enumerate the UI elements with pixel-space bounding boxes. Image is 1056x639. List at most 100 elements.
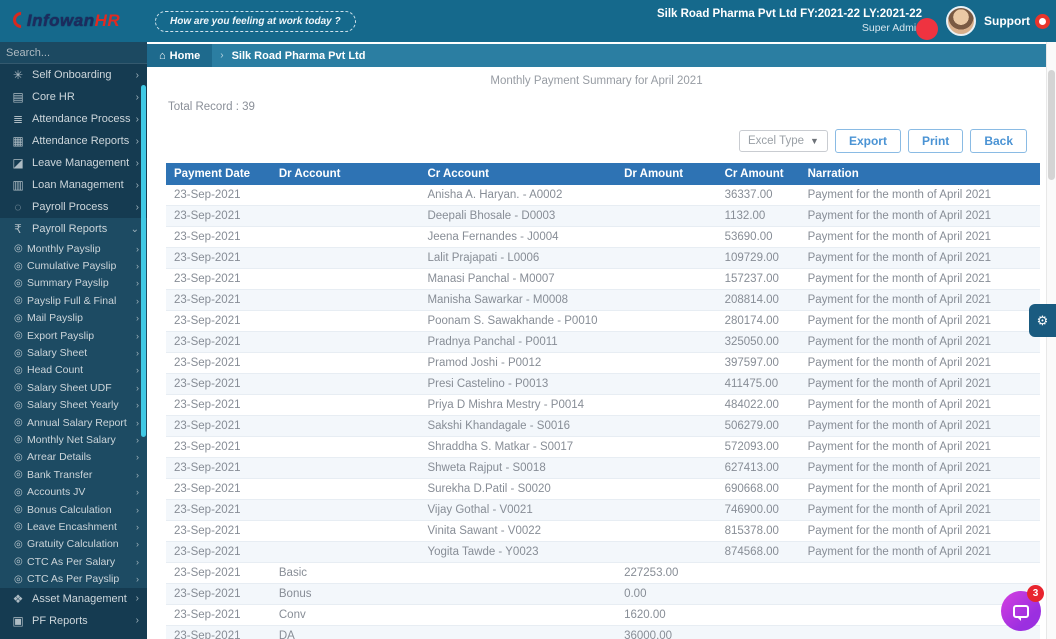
cell-narration: Payment for the month of April 2021: [799, 478, 1040, 500]
sidebar-item-bank-transfer[interactable]: ◎ Bank Transfer ›: [0, 466, 147, 483]
submenu-item-label: CTC As Per Payslip: [27, 573, 120, 586]
sidebar-item-pf-reports[interactable]: ▣ PF Reports ›: [0, 610, 147, 632]
submenu-item-label: Accounts JV: [27, 486, 86, 499]
page-scrollbar[interactable]: [1046, 42, 1056, 639]
table-row[interactable]: 23-Sep-2021 Deepali Bhosale - D0003 1132.0…: [166, 205, 1040, 227]
sidebar-item-summary-payslip[interactable]: ◎ Summary Payslip ›: [0, 275, 147, 292]
bullseye-icon: ◎: [14, 521, 23, 533]
cell-cr-amount: 157237.00: [716, 268, 800, 290]
sidebar-item-asset-management[interactable]: ❖ Asset Management ›: [0, 588, 147, 610]
submenu-item-label: Monthly Payslip: [27, 242, 101, 255]
cell-payment-date: 23-Sep-2021: [166, 394, 271, 416]
sidebar-item-payslip-full-final[interactable]: ◎ Payslip Full & Final ›: [0, 292, 147, 309]
cell-cr-amount: 572093.00: [716, 436, 800, 458]
submenu-item-label: Monthly Net Salary: [27, 433, 116, 446]
table-row[interactable]: 23-Sep-2021 Yogita Tawde - Y0023 874568.00…: [166, 541, 1040, 563]
sidebar-item-self-onboarding[interactable]: ✳ Self Onboarding ›: [0, 64, 147, 86]
table-row[interactable]: 23-Sep-2021 Manasi Panchal - M0007 157237.…: [166, 268, 1040, 290]
cell-cr-amount: 280174.00: [716, 310, 800, 332]
cell-payment-date: 23-Sep-2021: [166, 604, 271, 626]
print-button[interactable]: Print: [907, 129, 964, 153]
sidebar-item-payroll-process[interactable]: ◌ Payroll Process ›: [0, 196, 147, 218]
support-button[interactable]: Support: [984, 13, 1050, 29]
sidebar-item-attendance-process[interactable]: ≣ Attendance Process ›: [0, 108, 147, 130]
table-row[interactable]: 23-Sep-2021 Bonus 0.00: [166, 583, 1040, 605]
table-row[interactable]: 23-Sep-2021 Pramod Joshi - P0012 397597.00…: [166, 352, 1040, 374]
sidebar-item-leave-management[interactable]: ◪ Leave Management ›: [0, 152, 147, 174]
sidebar-item-core-hr[interactable]: ▤ Core HR ›: [0, 86, 147, 108]
sidebar-item-export-payslip[interactable]: ◎ Export Payslip ›: [0, 327, 147, 344]
sidebar-item-ctc-as-per-salary[interactable]: ◎ CTC As Per Salary ›: [0, 553, 147, 570]
table-row[interactable]: 23-Sep-2021 Vijay Gothal - V0021 746900.00…: [166, 499, 1040, 521]
sidebar-item-mail-payslip[interactable]: ◎ Mail Payslip ›: [0, 310, 147, 327]
table-row[interactable]: 23-Sep-2021 Pradnya Panchal - P0011 325050…: [166, 331, 1040, 353]
table-row[interactable]: 23-Sep-2021 Anisha A. Haryan. - A0002 3633…: [166, 185, 1040, 206]
payment-summary-table: Payment Date Dr Account Cr Account Dr Amoun…: [166, 163, 1040, 639]
cell-payment-date: 23-Sep-2021: [166, 499, 271, 521]
page-scrollbar-thumb[interactable]: [1048, 70, 1055, 180]
chat-button[interactable]: 3: [1001, 585, 1044, 631]
table-row[interactable]: 23-Sep-2021 Vinita Sawant - V0022 815378.0…: [166, 520, 1040, 542]
chevron-right-icon: ›: [136, 487, 139, 498]
mood-question-button[interactable]: How are you feeling at work today ?: [155, 10, 356, 32]
cell-dr-amount: [616, 520, 717, 542]
sidebar-item-annual-salary-report[interactable]: ◎ Annual Salary Report ›: [0, 414, 147, 431]
cell-cr-amount: 397597.00: [716, 352, 800, 374]
chevron-right-icon: ›: [136, 348, 139, 359]
excel-type-select[interactable]: Excel Type ▼: [738, 130, 828, 152]
sidebar-item-loan-management[interactable]: ▥ Loan Management ›: [0, 174, 147, 196]
home-icon: ⌂: [159, 49, 166, 62]
user-avatar[interactable]: [946, 6, 976, 36]
cell-cr-amount: [716, 604, 800, 626]
cell-narration: Payment for the month of April 2021: [799, 436, 1040, 458]
chevron-right-icon: ›: [136, 243, 139, 254]
sidebar-item-attendance-reports[interactable]: ▦ Attendance Reports ›: [0, 130, 147, 152]
sidebar-item-salary-sheet[interactable]: ◎ Salary Sheet ›: [0, 344, 147, 361]
chevron-down-icon: ⌄: [130, 223, 139, 235]
export-button[interactable]: Export: [834, 129, 901, 153]
sidebar-item-accounts-jv[interactable]: ◎ Accounts JV ›: [0, 483, 147, 500]
table-row[interactable]: 23-Sep-2021 Shweta Rajput - S0018 627413.0…: [166, 457, 1040, 479]
cell-dr-account: [270, 205, 420, 227]
notification-badge[interactable]: [916, 18, 938, 40]
back-button[interactable]: Back: [970, 129, 1027, 153]
table-row[interactable]: 23-Sep-2021 Presi Castelino - P0013 411475…: [166, 373, 1040, 395]
cell-payment-date: 23-Sep-2021: [166, 289, 271, 311]
sidebar-item-head-count[interactable]: ◎ Head Count ›: [0, 362, 147, 379]
sidebar-item-cumulative-payslip[interactable]: ◎ Cumulative Payslip ›: [0, 257, 147, 274]
table-row[interactable]: 23-Sep-2021 Lalit Prajapati - L0006 109729…: [166, 247, 1040, 269]
app-logo[interactable]: InfowanHR: [0, 0, 147, 42]
sidebar-search: [0, 42, 148, 64]
table-row[interactable]: 23-Sep-2021 Manisha Sawarkar - M0008 20881…: [166, 289, 1040, 311]
sidebar-item-monthly-net-salary[interactable]: ◎ Monthly Net Salary ›: [0, 431, 147, 448]
table-row[interactable]: 23-Sep-2021 Jeena Fernandes - J0004 53690.…: [166, 226, 1040, 248]
column-header-cr-amount: Cr Amount: [716, 163, 800, 185]
sidebar-item-arrear-details[interactable]: ◎ Arrear Details ›: [0, 449, 147, 466]
chevron-right-icon: ›: [136, 434, 139, 445]
sidebar-item-payroll-reports[interactable]: ₹ Payroll Reports ⌄: [0, 218, 147, 240]
breadcrumb-home[interactable]: ⌂ Home: [147, 44, 213, 67]
search-input[interactable]: [6, 46, 148, 59]
sidebar-item-bonus-calculation[interactable]: ◎ Bonus Calculation ›: [0, 501, 147, 518]
sidebar-item-gratuity-calculation[interactable]: ◎ Gratuity Calculation ›: [0, 536, 147, 553]
settings-tab[interactable]: ⚙: [1029, 304, 1056, 337]
submenu-item-label: CTC As Per Salary: [27, 555, 116, 568]
briefcase-icon: ▣: [12, 613, 24, 628]
table-row[interactable]: 23-Sep-2021 DA 36000.00: [166, 625, 1040, 639]
table-row[interactable]: 23-Sep-2021 Surekha D.Patil - S0020 690668…: [166, 478, 1040, 500]
sidebar-item-ctc-as-per-payslip[interactable]: ◎ CTC As Per Payslip ›: [0, 570, 147, 587]
sidebar-item-monthly-payslip[interactable]: ◎ Monthly Payslip ›: [0, 240, 147, 257]
table-row[interactable]: 23-Sep-2021 Poonam S. Sawakhande - P0010 2…: [166, 310, 1040, 332]
table-row[interactable]: 23-Sep-2021 Conv 1620.00: [166, 604, 1040, 626]
table-row[interactable]: 23-Sep-2021 Basic 227253.00: [166, 562, 1040, 584]
cell-dr-account: [270, 331, 420, 353]
cell-dr-account: [270, 310, 420, 332]
sidebar-item-salary-sheet-yearly[interactable]: ◎ Salary Sheet Yearly ›: [0, 397, 147, 414]
table-row[interactable]: 23-Sep-2021 Shraddha S. Matkar - S0017 572…: [166, 436, 1040, 458]
sidebar-item-leave-encashment[interactable]: ◎ Leave Encashment ›: [0, 518, 147, 535]
chevron-right-icon: ›: [136, 469, 139, 480]
sidebar-item-salary-sheet-udf[interactable]: ◎ Salary Sheet UDF ›: [0, 379, 147, 396]
table-row[interactable]: 23-Sep-2021 Priya D Mishra Mestry - P0014…: [166, 394, 1040, 416]
sidebar-scrollbar[interactable]: [141, 85, 146, 437]
table-row[interactable]: 23-Sep-2021 Sakshi Khandagale - S0016 5062…: [166, 415, 1040, 437]
